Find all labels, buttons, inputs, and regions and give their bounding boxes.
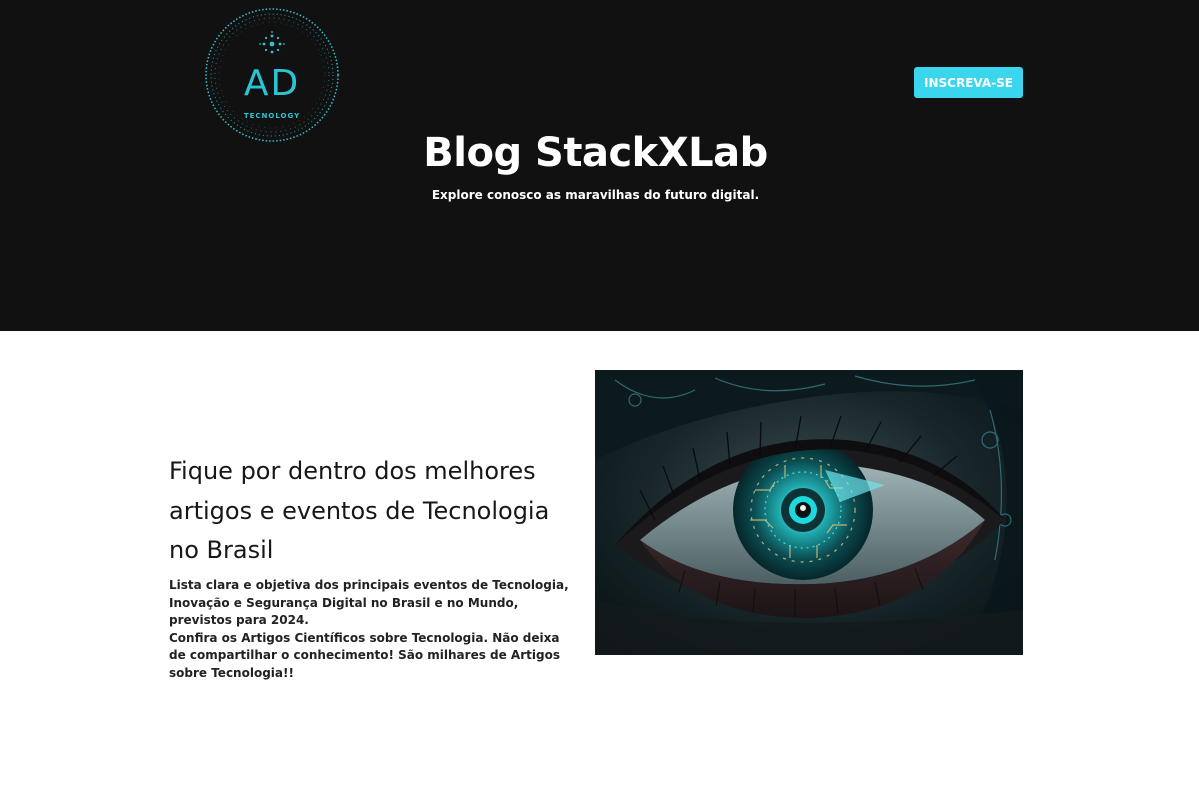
logo-monogram: AD xyxy=(243,63,301,104)
description-paragraph: Lista clara e objetiva dos principais ev… xyxy=(169,578,569,627)
description-paragraph: Confira os Artigos Científicos sobre Tec… xyxy=(169,630,560,680)
subscribe-button[interactable]: INSCREVA-SE xyxy=(914,67,1023,98)
page-subtitle: Explore conosco as maravilhas do futuro … xyxy=(431,188,760,202)
brand-logo[interactable]: AD TECNOLOGY xyxy=(203,6,341,144)
logo-network-icon xyxy=(259,31,285,54)
hero-header: AD TECNOLOGY INSCREVA-SE Blog StackXLab … xyxy=(0,0,1199,331)
section-description: Lista clara e objetiva dos principais ev… xyxy=(169,577,579,682)
page-title: Blog StackXLab xyxy=(423,130,768,176)
cyber-eye-image xyxy=(595,370,1023,655)
section-heading: Fique por dentro dos melhores artigos e … xyxy=(169,457,550,564)
logo-tagline: TECNOLOGY xyxy=(243,112,301,120)
